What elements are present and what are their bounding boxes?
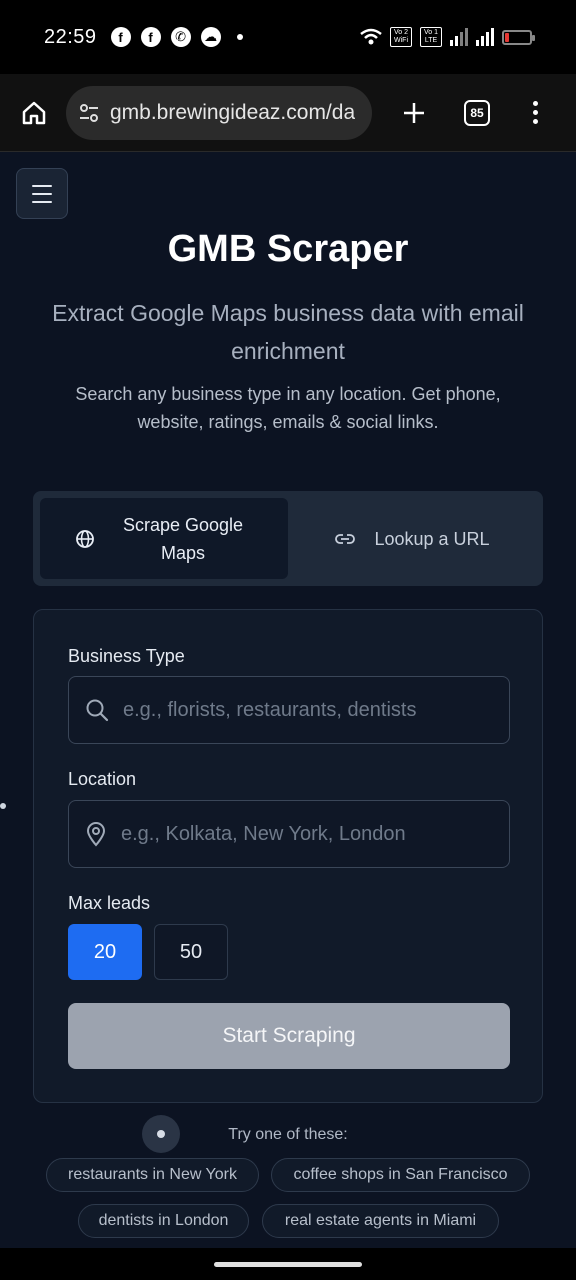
hamburger-icon-line	[32, 184, 52, 187]
link-icon	[335, 533, 356, 544]
system-icons: Vo 2 WiFi Vo 1 LTE	[360, 27, 535, 47]
hamburger-icon-line	[32, 192, 52, 195]
mode-toggle: Scrape Google Maps Lookup a URL	[33, 491, 543, 586]
max-leads-label: Max leads	[68, 893, 151, 913]
battery-level	[505, 32, 509, 42]
more-icon-dot	[532, 101, 538, 106]
chat-icon: ☁	[200, 27, 221, 47]
business-type-label: Business Type	[68, 646, 185, 666]
page-content: GMB Scraper Extract Google Maps business…	[0, 152, 576, 1248]
start-scraping-button[interactable]: Start Scraping	[68, 1003, 510, 1069]
tab-label: Lookup a URL	[374, 528, 490, 549]
scrape-form: Business Type Location Max leads 20 50 S…	[33, 609, 543, 1103]
facebook-icon: f	[140, 27, 161, 47]
location-label: Location	[68, 769, 137, 789]
browser-toolbar: gmb.brewingideaz.com/da 85	[0, 74, 576, 152]
suggestion-chip[interactable]: restaurants in New York	[46, 1158, 259, 1192]
suggestion-chip[interactable]: coffee shops in San Francisco	[271, 1158, 530, 1192]
tab-scrape-google-maps[interactable]: Scrape Google Maps	[40, 498, 288, 579]
volte-lte-badge: Vo 1 LTE	[420, 27, 442, 47]
address-bar[interactable]: gmb.brewingideaz.com/da	[66, 85, 372, 140]
max-leads-option-20[interactable]: 20	[68, 924, 142, 980]
more-notifications-dot	[236, 34, 243, 40]
home-icon	[22, 101, 46, 124]
signal-icon	[476, 28, 494, 46]
tab-label: Scrape Google Maps	[122, 514, 244, 563]
page-description: Search any business type in any location…	[75, 384, 501, 432]
suggestion-chip[interactable]: dentists in London	[78, 1204, 249, 1238]
signal-icon	[450, 28, 468, 46]
side-dot	[0, 803, 6, 809]
location-input[interactable]	[121, 822, 481, 846]
home-button[interactable]	[16, 95, 52, 131]
facebook-icon: f	[110, 27, 131, 47]
location-pin-icon	[86, 822, 106, 847]
hamburger-icon-line	[32, 200, 52, 203]
volte-wifi-badge: Vo 2 WiFi	[390, 27, 412, 47]
menu-button[interactable]	[16, 168, 68, 219]
business-type-field[interactable]	[68, 676, 510, 744]
business-type-input[interactable]	[123, 698, 483, 722]
status-bar: 22:59 f f ✆ ☁ Vo 2 WiFi Vo 1 LTE	[0, 0, 576, 74]
suggestions-label: Try one of these:	[228, 1126, 348, 1143]
browser-menu-button[interactable]	[530, 101, 540, 124]
battery-icon	[502, 29, 535, 45]
url-text[interactable]: gmb.brewingideaz.com/da	[110, 101, 355, 125]
site-settings-icon[interactable]	[78, 102, 100, 124]
more-icon-dot	[532, 110, 538, 115]
new-tab-button[interactable]	[396, 95, 432, 131]
plus-icon	[404, 102, 424, 123]
tab-switcher-button[interactable]: 85	[464, 99, 490, 126]
wifi-icon	[360, 28, 382, 45]
globe-icon	[76, 529, 94, 548]
tab-lookup-url[interactable]: Lookup a URL	[288, 498, 536, 579]
suggestion-chip[interactable]: real estate agents in Miami	[262, 1204, 499, 1238]
home-gesture-handle[interactable]	[214, 1262, 362, 1267]
more-icon-dot	[532, 119, 538, 124]
status-time: 22:59	[44, 25, 97, 48]
notification-icons: f f ✆ ☁	[110, 27, 243, 47]
location-field[interactable]	[68, 800, 510, 868]
max-leads-option-50[interactable]: 50	[154, 924, 228, 980]
page-title: GMB Scraper	[167, 228, 409, 270]
whatsapp-icon: ✆	[170, 27, 191, 47]
search-icon	[86, 699, 109, 722]
system-navigation-bar	[0, 1248, 576, 1280]
page-subtitle: Extract Google Maps business data with e…	[52, 300, 524, 364]
